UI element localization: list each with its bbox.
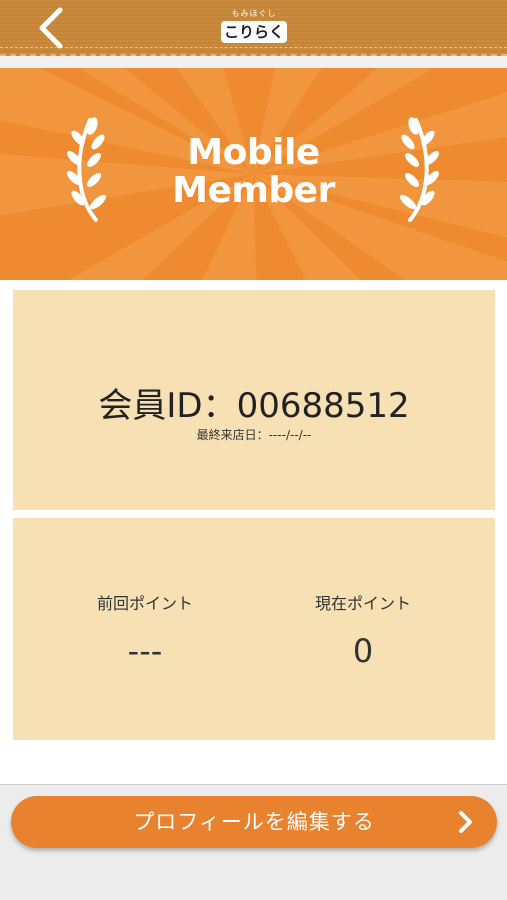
brand-logo: もみほぐし こりらく: [219, 6, 289, 46]
current-points-label: 現在ポイント: [314, 594, 411, 613]
back-button[interactable]: [30, 6, 74, 50]
last-visit-date: 最終来店日：----/--/--: [196, 428, 312, 442]
chevron-left-icon: [39, 7, 63, 49]
mobile-member-banner: Mobile Member: [0, 68, 507, 280]
logo-title: こりらく: [221, 21, 287, 43]
header-gap: [0, 56, 507, 68]
edit-profile-label: プロフィールを編集する: [133, 810, 375, 834]
banner-title-line1: Mobile: [187, 132, 320, 173]
points-card: 前回ポイント --- 現在ポイント 0: [13, 518, 495, 740]
banner-title: Mobile Member: [0, 134, 507, 210]
previous-points-label: 前回ポイント: [96, 594, 193, 613]
previous-points-value: ---: [127, 632, 163, 670]
chevron-right-icon: [459, 811, 472, 833]
edit-profile-button[interactable]: プロフィールを編集する: [11, 796, 497, 848]
app-header: もみほぐし こりらく: [0, 0, 507, 56]
member-id-card: 会員ID：00688512 最終来店日：----/--/--: [13, 290, 495, 510]
logo-subtitle: もみほぐし: [231, 9, 277, 18]
header-stitch-decoration: [0, 47, 507, 48]
current-points-value: 0: [352, 632, 374, 670]
member-id: 会員ID：00688512: [98, 386, 410, 426]
banner-title-line2: Member: [172, 170, 335, 211]
